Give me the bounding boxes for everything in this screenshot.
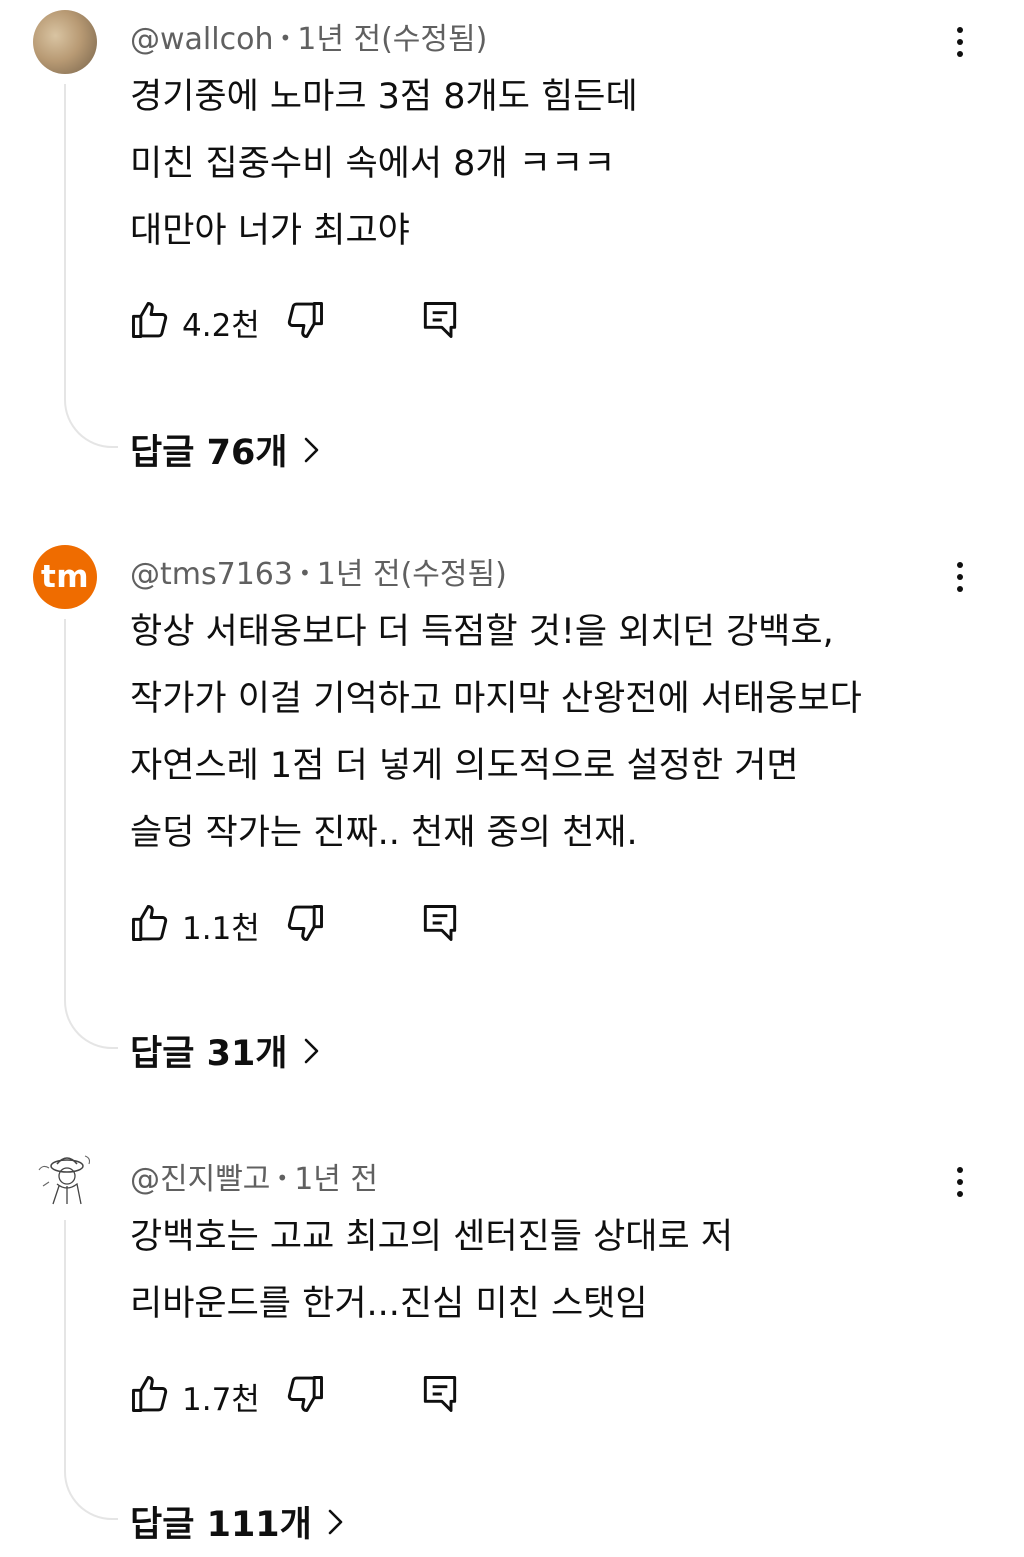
view-replies-button[interactable]: 답글 111개 [130,1496,346,1547]
chevron-right-icon [304,437,318,462]
more-vert-icon[interactable] [940,1160,980,1204]
comment-meta: @wallcoh • 1년 전(수정됨) [130,14,487,58]
reply-comment-icon[interactable] [418,901,462,945]
comment-text: 경기중에 노마크 3점 8개도 힘든데 미친 집중수비 속에서 8개 ㅋㅋㅋ 대… [130,64,638,265]
more-vert-icon[interactable] [940,555,980,599]
like-count: 1.1천 [182,911,260,947]
separator-dot: • [279,26,292,50]
replies-label: 답글 76개 [130,433,288,473]
view-replies-button[interactable]: 답글 31개 [130,1025,322,1076]
avatar[interactable] [33,10,97,74]
comment-line: 자연스레 1점 더 넣게 의도적으로 설정한 거면 [130,746,799,786]
comment-actions: 1.1천 [128,901,528,949]
comment-actions: 1.7천 [128,1372,528,1420]
thumbs-up-icon[interactable] [128,298,172,342]
thumbs-down-icon[interactable] [283,298,327,342]
comment-line: 리바운드를 한거...진심 미친 스탯임 [130,1284,648,1324]
thread-line [64,1220,118,1520]
comment-line: 슬덩 작가는 진짜.. 천재 중의 천재. [130,813,638,853]
sketch-avatar-icon [38,1155,91,1205]
like-count: 1.7천 [182,1382,260,1418]
thumbs-down-icon[interactable] [283,1372,327,1416]
comment-meta: @tms7163 • 1년 전(수정됨) [130,549,507,593]
comment-time: 1년 전 [294,1162,379,1197]
comment-text: 강백호는 고교 최고의 센터진들 상대로 저 리바운드를 한거...진심 미친 … [130,1204,733,1338]
comment-time: 1년 전(수정됨) [297,22,488,57]
comment: @wallcoh • 1년 전(수정됨) 경기중에 노마크 3점 8개도 힘든데 미… [0,0,1024,500]
comment-line: 항상 서태웅보다 더 득점할 것!을 외치던 강백호, [130,612,834,652]
comment-line: 강백호는 고교 최고의 센터진들 상대로 저 [130,1217,734,1257]
author-handle[interactable]: @wallcoh [130,22,273,57]
view-replies-button[interactable]: 답글 76개 [130,424,322,475]
thumbs-down-icon[interactable] [283,901,327,945]
author-handle[interactable]: @진지빨고 [130,1162,270,1197]
thumbs-up-icon[interactable] [128,1372,172,1416]
chevron-right-icon [304,1038,318,1063]
comment-meta: @진지빨고 • 1년 전 [130,1154,378,1198]
thumbs-up-icon[interactable] [128,901,172,945]
comment-time: 1년 전(수정됨) [316,557,507,592]
chevron-right-icon [328,1509,343,1534]
reply-comment-icon[interactable] [418,298,462,342]
comment: tm @tms7163 • 1년 전(수정됨) 항상 서태웅보다 더 득점할 것!을… [0,535,1024,1095]
thread-line [64,619,118,1049]
comment-line: 경기중에 노마크 3점 8개도 힘든데 [130,77,638,117]
separator-dot: • [298,561,311,585]
like-count: 4.2천 [182,308,260,344]
separator-dot: • [276,1166,289,1190]
comment-line: 미친 집중수비 속에서 8개 ㅋㅋㅋ [130,144,616,184]
comment-text: 항상 서태웅보다 더 득점할 것!을 외치던 강백호, 작가가 이걸 기억하고 … [130,599,862,867]
replies-label: 답글 111개 [130,1505,312,1545]
reply-comment-icon[interactable] [418,1372,462,1416]
more-vert-icon[interactable] [940,20,980,64]
comment-line: 작가가 이걸 기억하고 마지막 산왕전에 서태웅보다 [130,679,862,719]
replies-label: 답글 31개 [130,1034,288,1074]
avatar[interactable] [33,1146,97,1210]
comment-actions: 4.2천 [128,298,528,346]
comment: @진지빨고 • 1년 전 강백호는 고교 최고의 센터진들 상대로 저 리바운드를 … [0,1140,1024,1557]
comment-line: 대만아 너가 최고야 [130,211,410,251]
thread-line [64,84,118,448]
avatar[interactable]: tm [33,545,97,609]
avatar-initials: tm [40,559,90,595]
author-handle[interactable]: @tms7163 [130,557,293,592]
